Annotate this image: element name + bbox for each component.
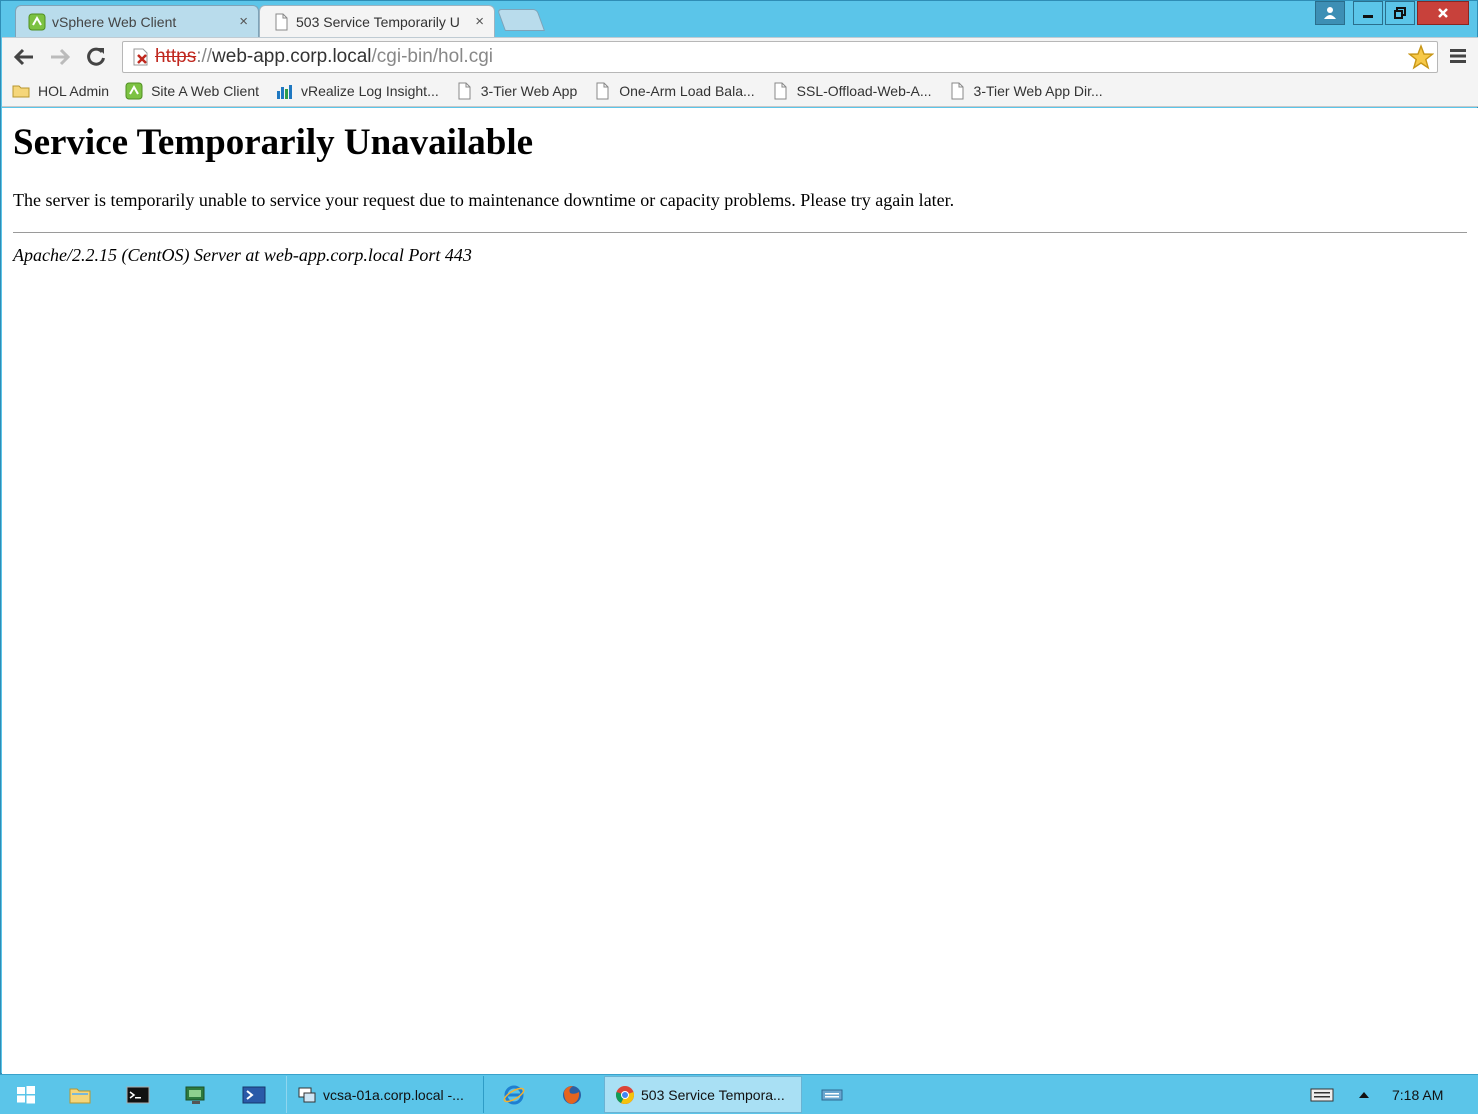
bookmark-star-icon[interactable] <box>1408 44 1434 70</box>
page-icon <box>458 82 471 99</box>
tab-title: vSphere Web Client <box>52 13 177 30</box>
tab-vsphere-web-client[interactable]: vSphere Web Client × <box>15 5 259 37</box>
bookmark-label: 3-Tier Web App Dir... <box>973 82 1103 99</box>
taskbar-firefox[interactable] <box>558 1082 586 1108</box>
internet-explorer-icon <box>503 1085 525 1105</box>
bookmark-label: 3-Tier Web App <box>480 82 578 99</box>
bookmarks-bar: HOL Admin Site A Web Client vRealize Log… <box>2 75 1478 107</box>
taskbar-task-chrome[interactable]: 503 Service Tempora... <box>604 1076 802 1113</box>
forward-button[interactable] <box>46 44 74 70</box>
new-tab-button[interactable] <box>496 9 546 31</box>
page-icon <box>951 82 964 99</box>
bookmark-label: One-Arm Load Bala... <box>619 82 755 99</box>
command-prompt-icon <box>126 1086 150 1104</box>
tab-strip: vSphere Web Client × 503 Service Tempora… <box>1 1 1477 37</box>
bookmark-label: SSL-Offload-Web-A... <box>796 82 932 99</box>
chevron-up-icon <box>1359 1092 1369 1098</box>
url-host: web-app.corp.local <box>212 46 372 67</box>
error-message: The server is temporarily unable to serv… <box>13 190 955 210</box>
bookmark-3-tier-web-app-dir[interactable]: 3-Tier Web App Dir... <box>948 82 1103 100</box>
arrow-right-icon <box>51 48 71 66</box>
close-icon[interactable]: × <box>475 13 484 30</box>
windows-logo-icon <box>17 1086 35 1104</box>
taskbar-task-vcsa[interactable]: vcsa-01a.corp.local -... <box>286 1076 484 1113</box>
firefox-icon <box>563 1086 581 1104</box>
taskbar-on-screen-keyboard[interactable] <box>818 1082 846 1108</box>
reload-icon <box>87 47 105 66</box>
bookmark-label: HOL Admin <box>38 82 110 99</box>
bookmark-label: vRealize Log Insight... <box>301 82 439 99</box>
taskbar: vcsa-01a.corp.local -... 503 Service Tem… <box>0 1074 1478 1114</box>
bookmark-3-tier-web-app[interactable]: 3-Tier Web App <box>455 82 578 100</box>
vsphere-icon <box>125 82 143 99</box>
taskbar-file-explorer[interactable] <box>66 1082 94 1108</box>
reload-button[interactable] <box>82 44 110 70</box>
server-manager-icon <box>185 1086 205 1104</box>
address-bar[interactable]: https://web-app.corp.local/cgi-bin/hol.c… <box>122 41 1438 73</box>
clock[interactable]: 7:18 AM <box>1392 1075 1443 1114</box>
bar-chart-icon <box>277 84 292 99</box>
bookmark-vrealize-log-insight[interactable]: vRealize Log Insight... <box>275 82 439 100</box>
window-controls <box>1315 1 1469 25</box>
page-title: Service Temporarily Unavailable <box>13 122 534 163</box>
page-icon <box>275 13 288 30</box>
keyboard-icon <box>1310 1088 1334 1102</box>
file-explorer-icon <box>69 1088 91 1104</box>
close-icon[interactable]: × <box>239 13 248 30</box>
start-button[interactable] <box>12 1082 40 1108</box>
bookmark-hol-admin[interactable]: HOL Admin <box>12 82 109 100</box>
folder-icon <box>12 85 30 97</box>
taskbar-internet-explorer[interactable] <box>500 1082 528 1108</box>
insecure-lock-icon <box>133 48 148 66</box>
task-label: 503 Service Tempora... <box>641 1086 785 1103</box>
task-label: vcsa-01a.corp.local -... <box>323 1086 464 1103</box>
taskbar-powershell[interactable] <box>240 1082 268 1108</box>
page-content: Service Temporarily Unavailable The serv… <box>2 108 1478 1074</box>
user-icon[interactable] <box>1315 1 1345 25</box>
url-scheme: https <box>155 46 197 67</box>
keyboard-icon <box>821 1089 843 1101</box>
browser-window: vSphere Web Client × 503 Service Tempora… <box>0 0 1478 1074</box>
divider <box>13 232 1467 233</box>
back-button[interactable] <box>10 44 38 70</box>
remote-desktop-icon <box>298 1087 316 1102</box>
powershell-icon <box>242 1086 266 1104</box>
server-signature: Apache/2.2.15 (CentOS) Server at web-app… <box>13 245 472 265</box>
menu-icon[interactable] <box>1448 46 1468 66</box>
page-icon <box>596 82 609 99</box>
bookmark-one-arm-load-balancer[interactable]: One-Arm Load Bala... <box>593 82 755 100</box>
vsphere-icon <box>28 13 46 30</box>
restore-button[interactable] <box>1385 1 1415 25</box>
tray-input-indicator[interactable] <box>1308 1082 1336 1108</box>
taskbar-command-prompt[interactable] <box>124 1082 152 1108</box>
tab-title: 503 Service Temporarily U <box>296 13 460 30</box>
bookmark-site-a-web-client[interactable]: Site A Web Client <box>125 82 259 100</box>
minimize-button[interactable] <box>1353 1 1383 25</box>
bookmark-ssl-offload[interactable]: SSL-Offload-Web-A... <box>771 82 932 100</box>
tab-503-service[interactable]: 503 Service Temporarily U × <box>259 5 495 37</box>
close-window-button[interactable] <box>1417 1 1469 25</box>
page-icon <box>774 82 787 99</box>
taskbar-server-manager[interactable] <box>182 1082 210 1108</box>
url-separator: :// <box>196 46 213 67</box>
tray-show-hidden-icons[interactable] <box>1350 1082 1378 1108</box>
arrow-left-icon <box>13 48 33 66</box>
browser-toolbar: https://web-app.corp.local/cgi-bin/hol.c… <box>2 37 1478 75</box>
chrome-icon <box>616 1085 634 1104</box>
url-path: /cgi-bin/hol.cgi <box>371 46 493 67</box>
bookmark-label: Site A Web Client <box>151 82 259 99</box>
